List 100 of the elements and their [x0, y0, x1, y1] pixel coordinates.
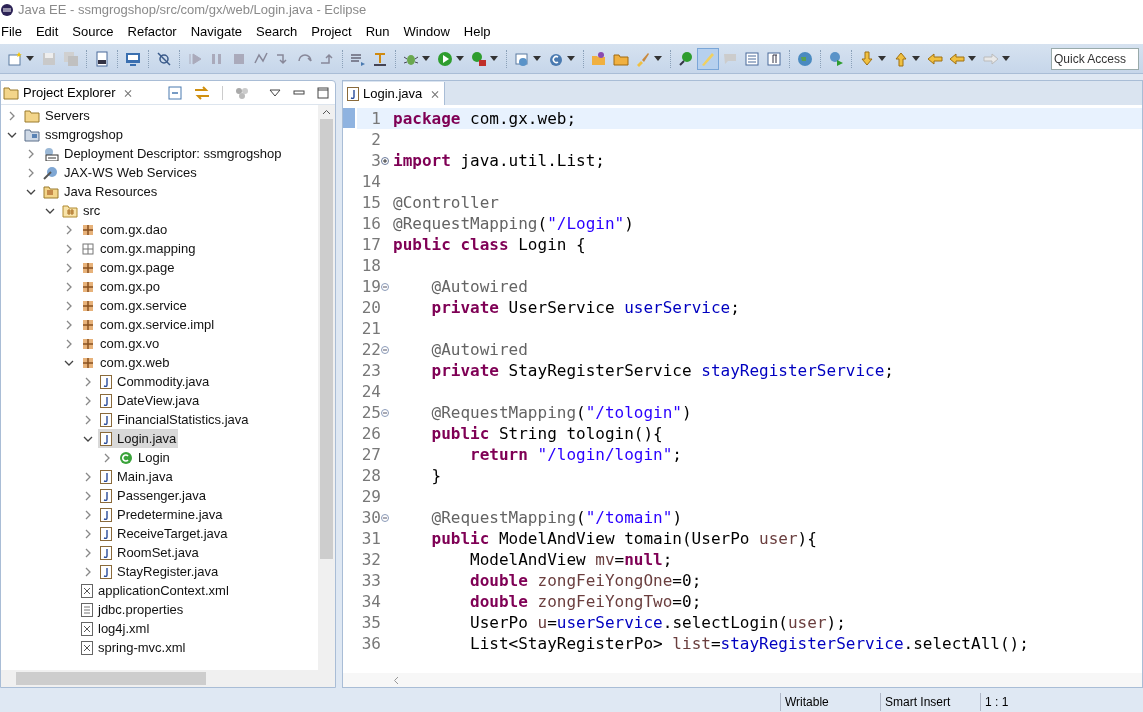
chevron-right-icon[interactable]	[83, 414, 93, 425]
tree-item[interactable]: applicationContext.xml	[79, 580, 231, 601]
tree-item[interactable]: com.gx.po	[79, 276, 162, 297]
view-menu-icon[interactable]	[269, 88, 281, 97]
tree-item[interactable]: jdbc.properties	[79, 599, 186, 620]
tree-item[interactable]: Servers	[22, 105, 92, 126]
tree-item[interactable]: StayRegister.java	[98, 561, 221, 582]
tree-item[interactable]: Passenger.java	[98, 485, 208, 506]
menu-item[interactable]: Project	[311, 22, 352, 42]
chevron-right-icon[interactable]	[64, 281, 74, 292]
menu-item[interactable]: Source	[72, 22, 114, 42]
chevron-right-icon[interactable]	[83, 395, 93, 406]
tree-item[interactable]: log4j.xml	[79, 618, 152, 639]
caret-icon[interactable]	[422, 56, 430, 61]
chevron-right-icon[interactable]	[7, 110, 17, 121]
menu-item[interactable]: Edit	[35, 22, 59, 42]
line-number: 20	[360, 296, 381, 319]
tree-item[interactable]: Deployment Descriptor: ssmgrogshop	[41, 143, 284, 164]
tree-item[interactable]: ReceiveTarget.java	[98, 523, 230, 544]
expand-fold-icon[interactable]	[381, 156, 389, 165]
tree-item[interactable]: Login.java	[98, 428, 179, 449]
caret-icon[interactable]	[490, 56, 498, 61]
tree-item[interactable]: Predetermine.java	[98, 504, 225, 525]
collapse-all-icon[interactable]	[168, 85, 182, 100]
tree-item[interactable]: src	[60, 200, 103, 221]
spheres-icon[interactable]	[235, 85, 249, 100]
menu-item[interactable]: Refactor	[127, 22, 177, 42]
menu-item[interactable]: Run	[365, 22, 390, 42]
horizontal-scrollbar[interactable]	[1, 670, 335, 687]
collapse-fold-icon[interactable]	[381, 282, 389, 291]
collapse-fold-icon[interactable]	[381, 513, 389, 522]
caret-icon[interactable]	[878, 56, 886, 61]
chevron-right-icon[interactable]	[83, 566, 93, 577]
tree-item[interactable]: DateView.java	[98, 390, 202, 411]
quick-access-field[interactable]: Quick Access	[1051, 47, 1139, 70]
editor-tab[interactable]: Login.java ⨯	[343, 82, 446, 105]
tree-item[interactable]: FinancialStatistics.java	[98, 409, 251, 430]
close-icon[interactable]: ⨯	[430, 84, 441, 103]
maximize-icon[interactable]	[317, 86, 329, 99]
line-number: 15	[360, 191, 381, 214]
chevron-right-icon[interactable]	[64, 262, 74, 273]
line-number: 26	[360, 422, 381, 445]
tree-item[interactable]: spring-mvc.xml	[79, 637, 188, 658]
tree-item[interactable]: Java Resources	[41, 181, 160, 202]
chevron-right-icon[interactable]	[83, 490, 93, 501]
chevron-right-icon[interactable]	[26, 167, 36, 178]
menu-item[interactable]: Navigate	[190, 22, 242, 42]
chevron-right-icon[interactable]	[26, 148, 36, 159]
caret-icon[interactable]	[456, 56, 464, 61]
chevron-right-icon[interactable]	[83, 528, 93, 539]
tree-item[interactable]: com.gx.web	[79, 352, 172, 373]
scroll-up-icon[interactable]	[322, 109, 331, 115]
tree-item[interactable]: com.gx.mapping	[79, 238, 198, 259]
chevron-right-icon[interactable]	[83, 547, 93, 558]
tree-item[interactable]: JAX-WS Web Services	[41, 162, 199, 183]
tree-item[interactable]: RoomSet.java	[98, 542, 201, 563]
horizontal-scrollbar[interactable]	[343, 673, 1142, 687]
tree-item[interactable]: com.gx.service	[79, 295, 189, 316]
vertical-scrollbar[interactable]	[318, 105, 335, 670]
menu-item[interactable]: File	[1, 22, 22, 42]
caret-icon[interactable]	[1002, 56, 1010, 61]
highlight-toggle-icon[interactable]	[697, 47, 719, 70]
caret-icon[interactable]	[533, 56, 541, 61]
caret-icon[interactable]	[912, 56, 920, 61]
caret-icon[interactable]	[26, 56, 34, 61]
menu-item[interactable]: Search	[256, 22, 298, 42]
line-number: 23	[360, 359, 381, 382]
menu-item[interactable]: Window	[403, 22, 450, 42]
chevron-right-icon[interactable]	[64, 300, 74, 311]
scrollbar-thumb[interactable]	[16, 672, 206, 685]
scroll-left-icon[interactable]	[393, 675, 399, 685]
view-tab[interactable]: Project Explorer	[3, 82, 120, 103]
chevron-right-icon[interactable]	[102, 452, 112, 463]
close-icon[interactable]: ⨯	[123, 83, 134, 102]
link-editor-icon[interactable]	[194, 85, 210, 100]
tree-item[interactable]: com.gx.page	[79, 257, 177, 278]
line-number: 31	[360, 527, 381, 550]
package-icon	[81, 298, 95, 313]
chevron-right-icon[interactable]	[64, 338, 74, 349]
collapse-fold-icon[interactable]	[381, 408, 389, 417]
caret-icon[interactable]	[968, 56, 976, 61]
tree-item[interactable]: Main.java	[98, 466, 175, 487]
window-title: Java EE - ssmgrogshop/src/com/gx/web/Login.java - Eclipse	[18, 1, 367, 20]
menu-item[interactable]: Help	[463, 22, 491, 42]
chevron-right-icon[interactable]	[64, 243, 74, 254]
chevron-right-icon[interactable]	[83, 471, 93, 482]
collapse-fold-icon[interactable]	[381, 345, 389, 354]
chevron-right-icon[interactable]	[64, 319, 74, 330]
scrollbar-thumb[interactable]	[320, 119, 333, 559]
tree-item[interactable]: com.gx.dao	[79, 219, 170, 240]
chevron-right-icon[interactable]	[83, 509, 93, 520]
tree-item[interactable]: ssmgrogshop	[22, 124, 126, 145]
tree-item[interactable]: com.gx.service.impl	[79, 314, 217, 335]
caret-icon[interactable]	[567, 56, 575, 61]
caret-icon[interactable]	[654, 56, 662, 61]
tree-item[interactable]: Login	[117, 447, 172, 468]
tree-item[interactable]: com.gx.vo	[79, 333, 162, 354]
chevron-right-icon[interactable]	[83, 376, 93, 387]
chevron-right-icon[interactable]	[64, 224, 74, 235]
tree-item[interactable]: Commodity.java	[98, 371, 212, 392]
